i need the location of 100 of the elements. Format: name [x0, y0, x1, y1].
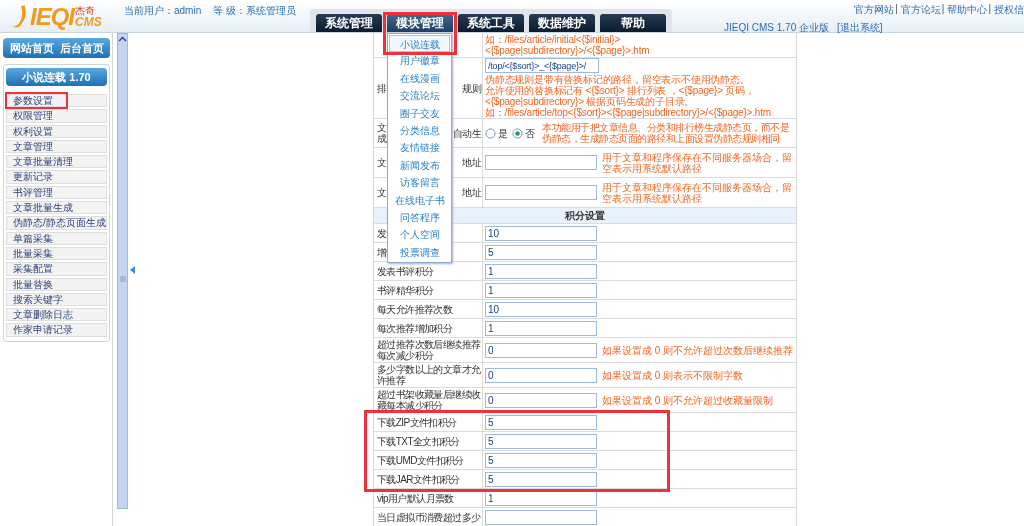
help-text: <{$page|subdirectory}>/<{$page}>.htm	[485, 45, 650, 56]
radio-option[interactable]: 是	[485, 127, 508, 139]
help-text: 允许使用的替换标记有 <{$sort}> 排行列表 ，<{$page}> 页码，	[485, 85, 756, 96]
field-label: 超过书架收藏量后继续收藏每本减少积分	[377, 389, 481, 411]
field-label: 下载ZIP文件扣积分	[377, 416, 457, 428]
field-label: 每天允许推荐次数	[377, 303, 453, 315]
user-level: 等 级：系统管理员	[213, 4, 297, 17]
menu-item[interactable]: 问答程序	[389, 208, 450, 227]
text-input[interactable]: 5	[485, 244, 597, 260]
sidebar-item[interactable]: 文章管理	[6, 139, 107, 154]
home-link[interactable]: 网站首页	[9, 40, 54, 56]
field-label: 发表书评积分	[377, 265, 434, 277]
menu-item[interactable]: 在线电子书	[389, 191, 450, 209]
top-link[interactable]: 官方网站	[854, 3, 895, 17]
field-label: 规则	[462, 82, 481, 94]
text-input[interactable]: /top/<{$sort}>_<{$page}>/	[485, 58, 599, 73]
sidebar-item[interactable]: 批量采集	[6, 246, 107, 261]
menu-item[interactable]: 访客留言	[389, 174, 450, 192]
sidebar-item[interactable]: 单篇采集	[6, 231, 107, 245]
top-link[interactable]: 帮助中心	[947, 3, 988, 17]
link-separator: |	[988, 3, 991, 16]
help-text: <{$page|subdirectory}> 根据页码生成的子目录。	[485, 96, 695, 107]
link-separator: |	[941, 3, 945, 16]
help-text: 用于文章和程序保存在不同服务器场合，留空表示用系统默认路径	[602, 151, 793, 174]
sidebar-item[interactable]: 权限管理	[6, 109, 107, 123]
menu-item[interactable]: 用户徽章	[389, 52, 450, 70]
text-input[interactable]: 5	[485, 414, 597, 430]
field-label: 书评精华积分	[377, 284, 434, 296]
sidebar-item[interactable]: 批量替换	[6, 277, 107, 291]
text-input[interactable]: 1	[485, 263, 597, 279]
nav-tab[interactable]: 帮助	[600, 14, 666, 32]
scroll-up-icon[interactable]	[118, 35, 127, 44]
menu-item[interactable]: 新闻发布	[389, 156, 450, 175]
text-input[interactable]: 5	[485, 433, 597, 449]
sidebar-item[interactable]: 更新记录	[6, 170, 107, 184]
field-label: 下载JAR文件扣积分	[377, 473, 460, 485]
sidebar-item[interactable]: 参数设置	[6, 94, 107, 108]
field-label: 文成	[377, 122, 387, 144]
text-input[interactable]: 0	[485, 392, 597, 408]
sidebar-item[interactable]: 搜索关键字	[6, 292, 107, 307]
nav-tab[interactable]: 系统管理	[316, 14, 382, 32]
menu-item[interactable]: 在线漫画	[389, 69, 450, 88]
help-text: 如果设置成 0 则不允许超过收藏量限制	[602, 394, 775, 406]
field-label: 下载TXT全文扣积分	[377, 435, 460, 447]
text-input[interactable]: 10	[485, 301, 597, 317]
collapse-arrow-icon[interactable]	[130, 265, 135, 274]
field-label: 每次推荐增加积分	[377, 322, 453, 334]
menu-item[interactable]: 圈子交友	[389, 104, 450, 122]
scrollbar[interactable]	[117, 33, 128, 509]
help-text: 伪静态规则是带有替换标记的路径，留空表示不使用伪静态。	[485, 74, 751, 85]
sidebar-item[interactable]: 文章批量生成	[6, 201, 107, 215]
field-label: 自动生	[452, 127, 481, 139]
text-input[interactable]	[485, 185, 597, 200]
help-text: 用于文章和程序保存在不同服务器场合，留空表示用系统默认路径	[602, 181, 793, 204]
text-input[interactable]: 1	[485, 282, 597, 298]
field-label: 多少字数以上的文章才允许推荐	[377, 364, 481, 386]
menu-item[interactable]: 友情链接	[389, 139, 450, 157]
sidebar-item[interactable]: 作家申请记录	[6, 323, 107, 337]
sidebar-item[interactable]: 采集配置	[6, 262, 107, 276]
radio-option[interactable]: 否	[512, 127, 535, 139]
nav-tab[interactable]: 数据维护	[529, 14, 595, 32]
field-label: 超过推荐次数后继续推荐每次减少积分	[377, 339, 481, 361]
text-input[interactable]	[485, 509, 597, 525]
sidebar-item[interactable]: 文章删除日志	[6, 308, 107, 322]
text-input[interactable]: 5	[485, 452, 597, 468]
help-text: 如：/files/article/top<{$sort}><{$page|subdirectory}>/<{$page}>.htm	[485, 107, 771, 118]
field-label: 排	[377, 82, 387, 94]
home-link[interactable]: 后台首页	[59, 40, 104, 56]
sidebar-item[interactable]: 权利设置	[6, 124, 107, 138]
version-label: JIEQI CMS 1.70 企业版	[724, 22, 830, 33]
text-input[interactable]: 0	[485, 342, 597, 358]
text-input[interactable]: 1	[485, 320, 597, 336]
help-text: 如果设置成 0 则表示不限制字数	[602, 369, 745, 381]
text-input[interactable]: 10	[485, 225, 597, 241]
grip-icon	[118, 276, 127, 282]
text-input[interactable]: 5	[485, 471, 597, 487]
text-input[interactable]: 0	[485, 367, 597, 383]
current-user: 当前用户：admin	[124, 4, 202, 17]
module-title: 小说连载 1.70	[6, 68, 107, 86]
sidebar-item[interactable]: 书评管理	[6, 185, 107, 200]
menu-item[interactable]: 交流论坛	[389, 87, 450, 105]
sidebar-item[interactable]: 伪静态/静态页面生成	[6, 216, 107, 230]
help-text: 如果设置成 0 则不允许超过次数后继续推荐	[602, 344, 794, 356]
field-label: 当日虚拟币消费超过多少	[377, 511, 481, 523]
sidebar-item[interactable]: 文章批量清理	[6, 155, 107, 169]
menu-item[interactable]: 投票调查	[389, 243, 450, 262]
menu-item[interactable]: 个人空间	[389, 226, 450, 244]
logout-link[interactable]: [退出系统]	[837, 22, 883, 33]
menu-item[interactable]: 分类信息	[389, 121, 450, 140]
nav-tab[interactable]: 系统工具	[458, 14, 524, 32]
top-link[interactable]: 官方论坛	[900, 3, 941, 17]
field-label: 文	[377, 157, 387, 168]
field-label: 发	[377, 227, 387, 239]
top-link[interactable]: 授权信	[994, 3, 1024, 17]
field-label: 地址	[462, 187, 481, 198]
help-text: 本功能用于把文章信息、分类和排行榜生成静态页，而不是伪静态，生成静态页面的路径和上面设置伪静态规则相同	[542, 122, 790, 144]
text-input[interactable]	[485, 155, 597, 170]
menu-item[interactable]: 小说连载	[389, 35, 450, 53]
field-label: 文	[377, 187, 387, 198]
field-label: 增	[377, 246, 387, 258]
